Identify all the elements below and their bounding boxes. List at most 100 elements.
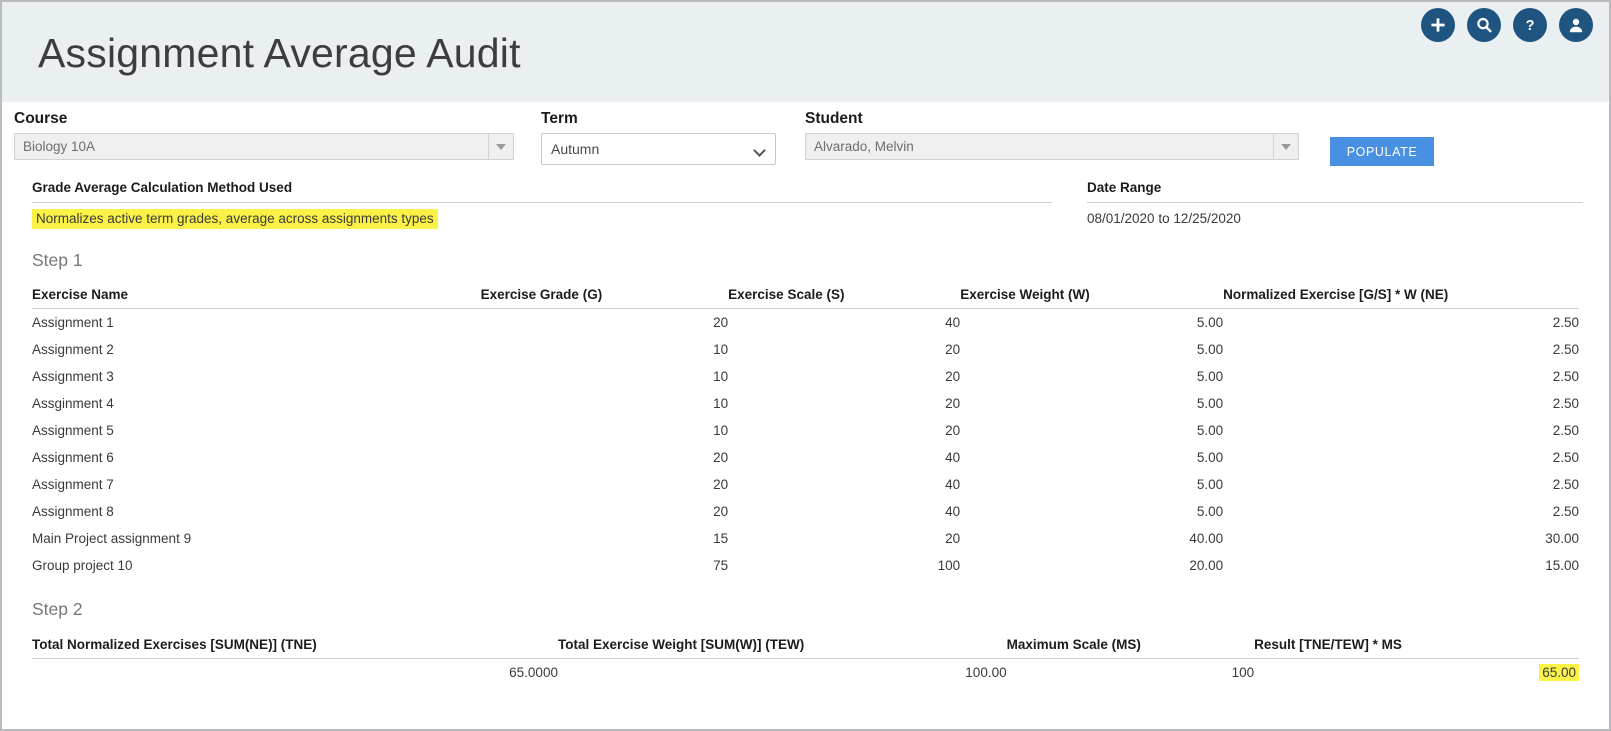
header-icon-group: ? <box>1421 8 1593 42</box>
column-header-total-normalized-exercises: Total Normalized Exercises [SUM(NE)] (TN… <box>32 637 558 659</box>
column-header-exercise-grade: Exercise Grade (G) <box>480 287 729 309</box>
table-row: Assignment 7 20 40 5.00 2.50 <box>32 471 1579 498</box>
help-icon[interactable]: ? <box>1513 8 1547 42</box>
table-row: Assignment 1 20 40 5.00 2.50 <box>32 309 1579 337</box>
calculation-method-label: Grade Average Calculation Method Used <box>32 180 293 195</box>
cell-normalized-exercise: 30.00 <box>1545 531 1579 546</box>
cell-exercise-weight: 40.00 <box>1189 531 1224 546</box>
date-range-block: Date Range 08/01/2020 to 12/25/2020 <box>1087 180 1583 228</box>
cell-normalized-exercise: 2.50 <box>1552 369 1579 384</box>
course-field-group: Course <box>14 110 514 160</box>
step2-table-body: 65.0000 100.00 100 65.00 <box>32 659 1579 687</box>
cell-exercise-name: Assignment 2 <box>32 342 114 357</box>
student-label: Student <box>805 110 863 127</box>
step2-header-row: Total Normalized Exercises [SUM(NE)] (TN… <box>32 637 1579 659</box>
column-header-exercise-weight: Exercise Weight (W) <box>960 287 1224 309</box>
populate-button[interactable]: POPULATE <box>1330 137 1434 166</box>
cell-normalized-exercise: 2.50 <box>1552 342 1579 357</box>
table-row: Assignment 5 10 20 5.00 2.50 <box>32 417 1579 444</box>
column-header-normalized-exercise: Normalized Exercise [G/S] * W (NE) <box>1223 287 1579 309</box>
term-field-group: Term Autumn <box>541 110 776 165</box>
cell-exercise-scale: 40 <box>945 450 961 465</box>
column-header-exercise-scale: Exercise Scale (S) <box>728 287 961 309</box>
cell-exercise-scale: 40 <box>945 504 961 519</box>
cell-exercise-grade: 20 <box>713 315 729 330</box>
student-dropdown-arrow[interactable] <box>1273 133 1299 160</box>
cell-exercise-name: Group project 10 <box>32 558 133 573</box>
cell-normalized-exercise: 2.50 <box>1552 423 1579 438</box>
column-header-maximum-scale: Maximum Scale (MS) <box>1006 637 1255 659</box>
step2-table: Total Normalized Exercises [SUM(NE)] (TN… <box>32 637 1579 686</box>
step1-table-body: Assignment 1 20 40 5.00 2.50 Assignment … <box>32 309 1579 580</box>
cell-exercise-grade: 10 <box>713 396 729 411</box>
cell-exercise-scale: 20 <box>945 531 961 546</box>
cell-normalized-exercise: 15.00 <box>1545 558 1579 573</box>
cell-exercise-name: Assignment 3 <box>32 369 114 384</box>
add-icon[interactable] <box>1421 8 1455 42</box>
search-icon[interactable] <box>1467 8 1501 42</box>
cell-total-normalized-exercises: 65.0000 <box>509 665 558 680</box>
student-combobox[interactable] <box>805 133 1299 160</box>
table-row: Assignment 2 10 20 5.00 2.50 <box>32 336 1579 363</box>
term-label: Term <box>541 110 578 127</box>
page-header: Assignment Average Audit ? <box>2 2 1609 102</box>
cell-exercise-weight: 5.00 <box>1196 315 1224 330</box>
cell-total-exercise-weight: 100.00 <box>965 665 1007 680</box>
calculation-method-value: Normalizes active term grades, average a… <box>32 203 438 229</box>
page-title: Assignment Average Audit <box>38 30 521 76</box>
cell-exercise-name: Assignment 6 <box>32 450 114 465</box>
cell-exercise-grade: 20 <box>713 450 729 465</box>
date-range-label: Date Range <box>1087 180 1162 195</box>
cell-exercise-grade: 20 <box>713 504 729 519</box>
cell-normalized-exercise: 2.50 <box>1552 477 1579 492</box>
cell-result: 65.00 <box>1254 659 1579 687</box>
cell-exercise-weight: 20.00 <box>1189 558 1224 573</box>
date-range-value: 08/01/2020 to 12/25/2020 <box>1087 211 1241 226</box>
column-header-exercise-name: Exercise Name <box>32 287 481 309</box>
cell-exercise-grade: 10 <box>713 342 729 357</box>
step1-heading: Step 1 <box>32 250 83 270</box>
cell-exercise-grade: 20 <box>713 477 729 492</box>
cell-exercise-scale: 20 <box>945 396 961 411</box>
cell-normalized-exercise: 2.50 <box>1552 396 1579 411</box>
cell-exercise-name: Assignment 1 <box>32 315 114 330</box>
cell-exercise-weight: 5.00 <box>1196 477 1224 492</box>
cell-exercise-weight: 5.00 <box>1196 450 1224 465</box>
column-header-total-exercise-weight: Total Exercise Weight [SUM(W)] (TEW) <box>557 637 1007 659</box>
cell-normalized-exercise: 2.50 <box>1552 315 1579 330</box>
table-row: Assginment 4 10 20 5.00 2.50 <box>32 390 1579 417</box>
column-header-result: Result [TNE/TEW] * MS <box>1254 637 1579 659</box>
table-row: Main Project assignment 9 15 20 40.00 30… <box>32 525 1579 552</box>
cell-normalized-exercise: 2.50 <box>1552 504 1579 519</box>
cell-maximum-scale: 100 <box>1231 665 1255 680</box>
cell-exercise-scale: 20 <box>945 369 961 384</box>
chevron-down-icon <box>496 143 506 150</box>
cell-exercise-name: Assignment 5 <box>32 423 114 438</box>
cell-exercise-weight: 5.00 <box>1196 504 1224 519</box>
step1-header-row: Exercise Name Exercise Grade (G) Exercis… <box>32 287 1579 309</box>
cell-exercise-grade: 10 <box>713 423 729 438</box>
cell-exercise-weight: 5.00 <box>1196 423 1224 438</box>
cell-exercise-grade: 15 <box>713 531 729 546</box>
cell-exercise-name: Assignment 8 <box>32 504 114 519</box>
table-row: Assignment 3 10 20 5.00 2.50 <box>32 363 1579 390</box>
cell-exercise-scale: 100 <box>937 558 961 573</box>
table-row: Assignment 8 20 40 5.00 2.50 <box>32 498 1579 525</box>
term-select-wrap: Autumn <box>541 133 776 165</box>
cell-exercise-grade: 75 <box>713 558 729 573</box>
term-select[interactable]: Autumn <box>541 133 776 165</box>
user-account-icon[interactable] <box>1559 8 1593 42</box>
cell-exercise-weight: 5.00 <box>1196 369 1224 384</box>
course-input[interactable] <box>14 133 488 160</box>
cell-exercise-scale: 20 <box>945 342 961 357</box>
table-row: Assignment 6 20 40 5.00 2.50 <box>32 444 1579 471</box>
course-combobox[interactable] <box>14 133 514 160</box>
chevron-down-icon <box>1281 143 1291 150</box>
student-input[interactable] <box>805 133 1273 160</box>
cell-exercise-weight: 5.00 <box>1196 396 1224 411</box>
student-field-group: Student <box>805 110 1299 160</box>
course-dropdown-arrow[interactable] <box>488 133 514 160</box>
cell-exercise-name: Main Project assignment 9 <box>32 531 192 546</box>
cell-exercise-name: Assginment 4 <box>32 396 114 411</box>
cell-exercise-grade: 10 <box>713 369 729 384</box>
